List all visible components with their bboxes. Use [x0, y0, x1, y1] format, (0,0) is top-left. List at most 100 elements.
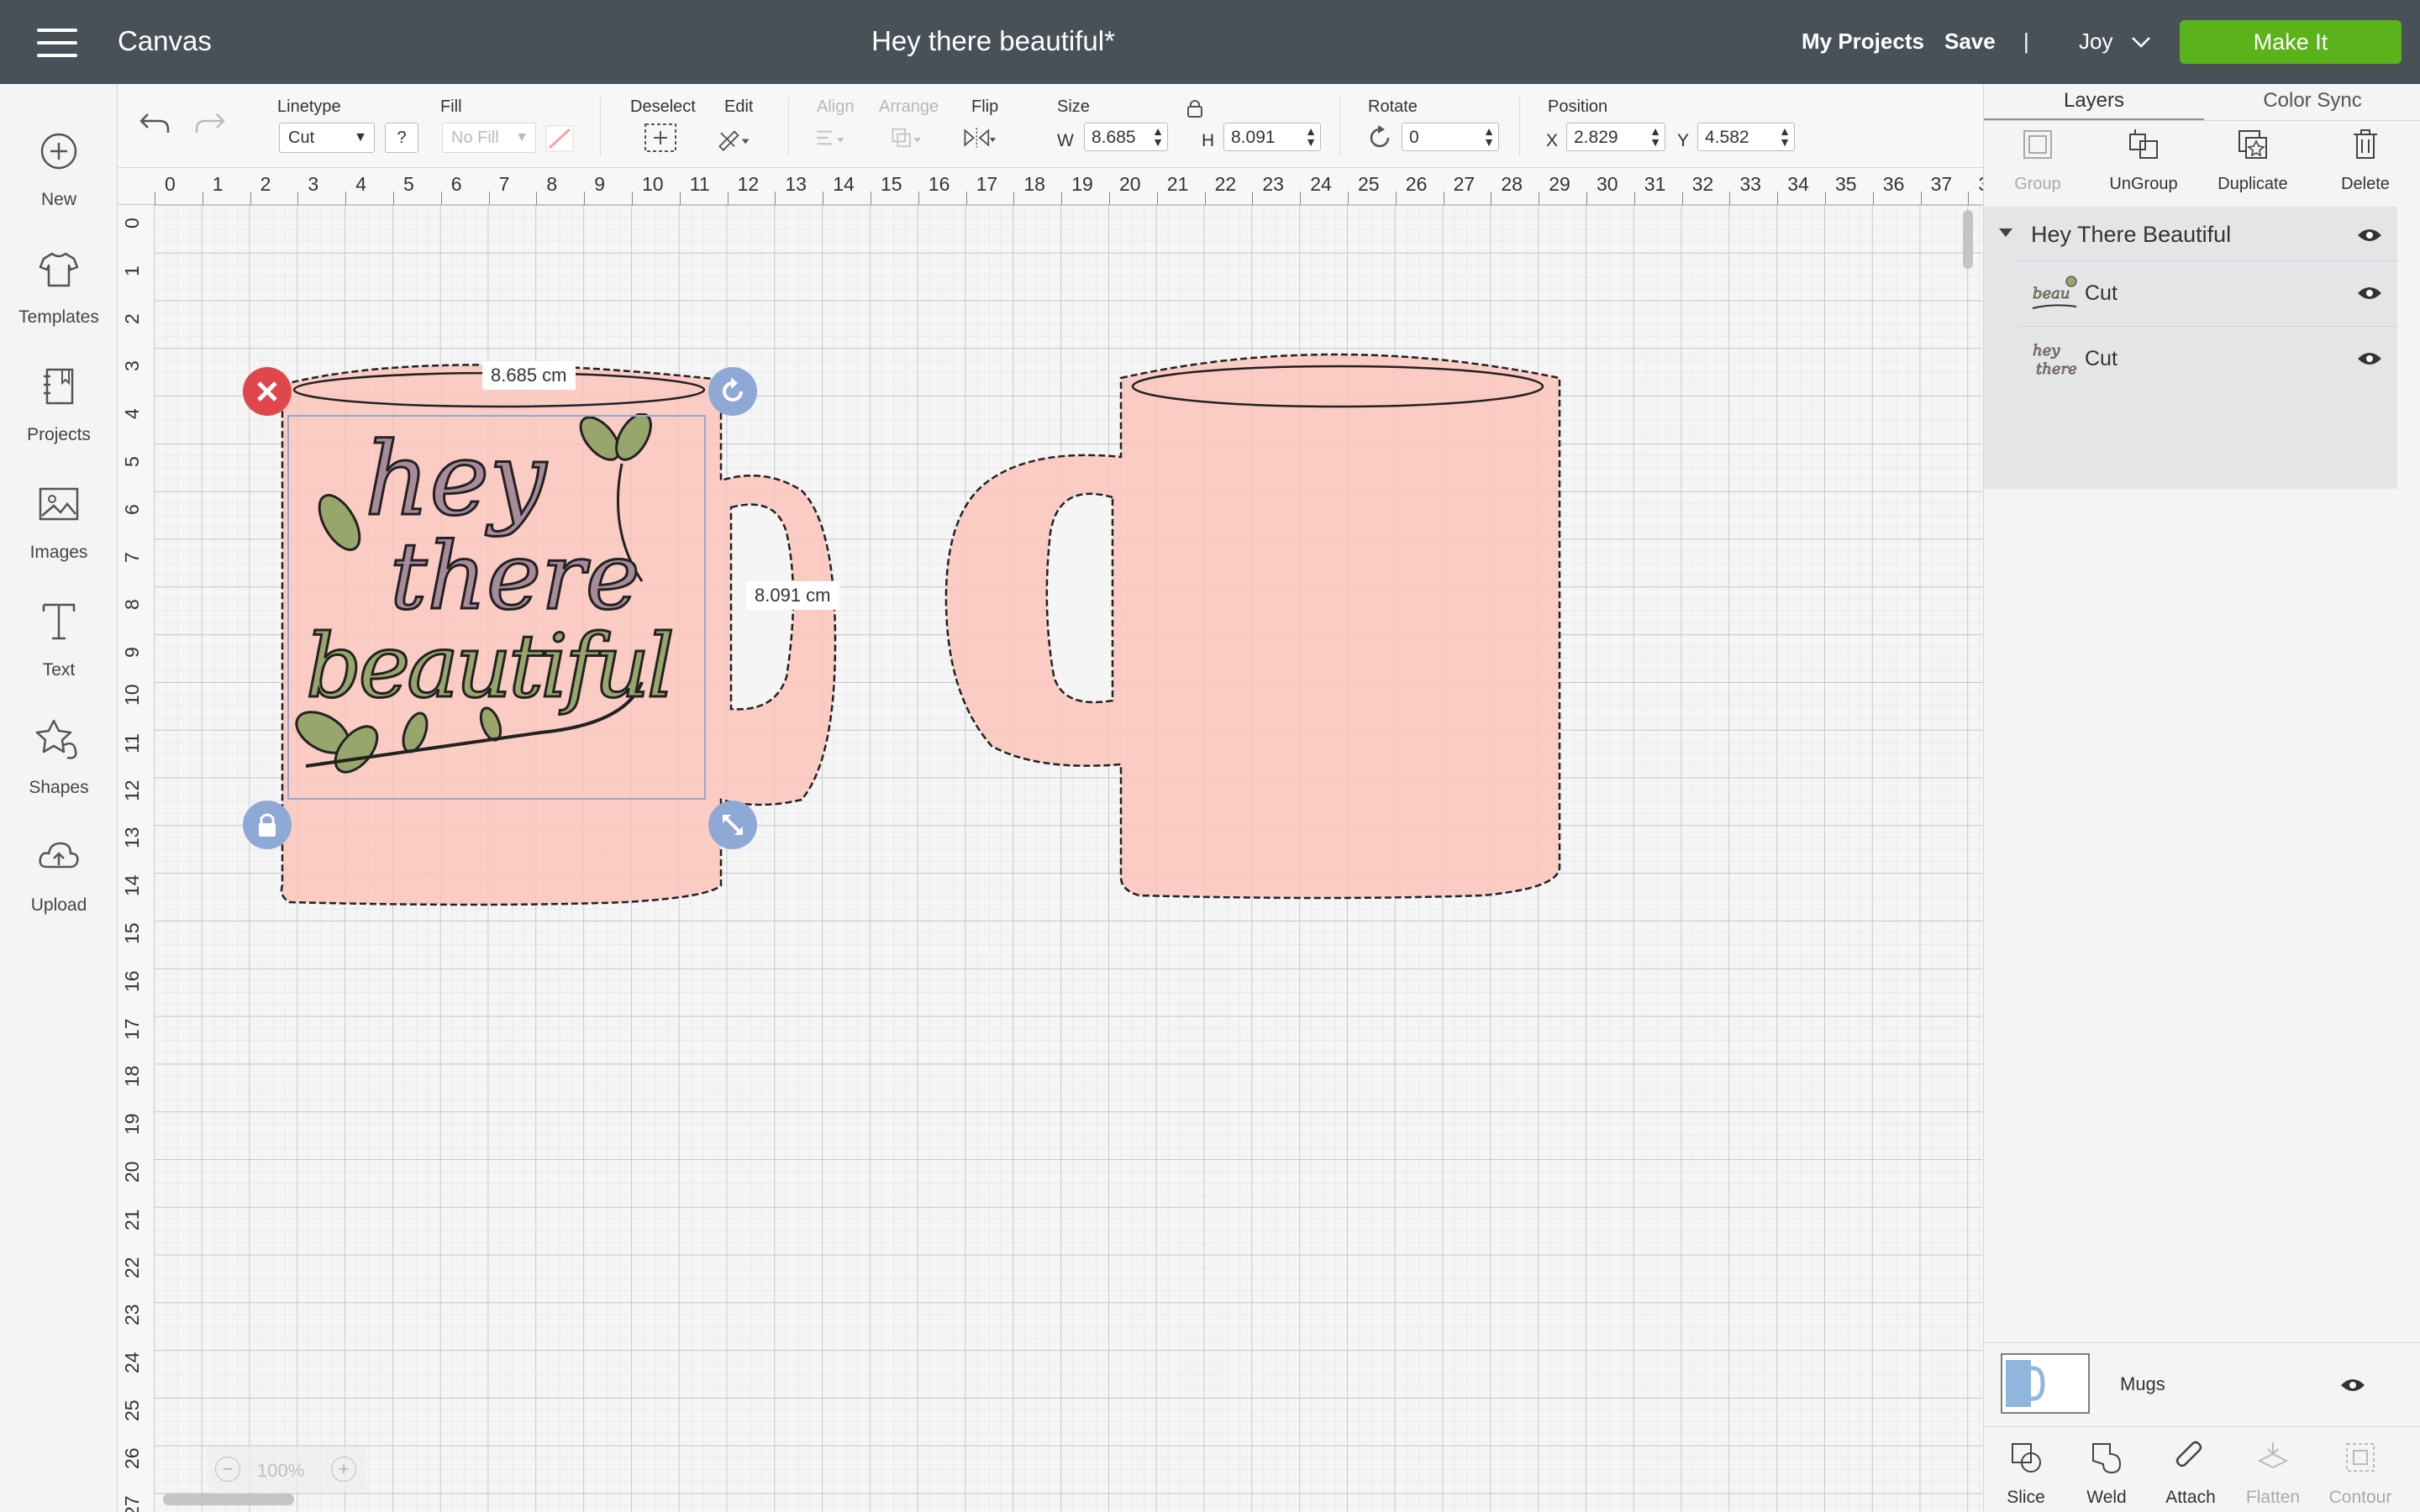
size-label: Size [1057, 97, 1090, 116]
ruler-tick [1872, 192, 1874, 205]
shapes-icon [35, 719, 77, 759]
mug-right[interactable] [155, 205, 1983, 1512]
delete-button[interactable]: Delete [2315, 128, 2416, 203]
ruler-tick-label: 21 [1166, 173, 1189, 195]
position-x-input[interactable]: 2.829 ▲ ▼ [1566, 123, 1665, 151]
slice-icon [2012, 1443, 2041, 1473]
my-projects-link[interactable]: My Projects [1802, 29, 1924, 55]
width-value: 8.685 [1092, 128, 1136, 147]
rotate-handle-icon[interactable] [708, 366, 758, 417]
delete-handle-icon[interactable] [242, 366, 292, 417]
contour-button[interactable]: Contour [2318, 1436, 2402, 1511]
save-link[interactable]: Save [1944, 29, 1996, 55]
ruler-tick [1920, 192, 1922, 205]
lock-handle-icon[interactable] [242, 800, 292, 850]
deselect-label: Deselect [630, 97, 696, 116]
eye-icon[interactable] [2357, 227, 2382, 244]
contour-label: Contour [2328, 1488, 2392, 1507]
sidebar-item-shapes[interactable]: Shapes [0, 697, 118, 806]
arrange-icon [892, 128, 922, 148]
user-menu[interactable]: Joy [2079, 29, 2112, 55]
horizontal-scrollbar[interactable] [163, 1494, 294, 1505]
ruler-tick-label: 29 [1549, 173, 1570, 195]
layers-list: Hey There Beautiful beau Cut hey there Cu… [1984, 207, 2397, 489]
selection-box[interactable] [287, 415, 706, 800]
fill-color-swatch[interactable] [544, 124, 575, 153]
linetype-help-button[interactable]: ? [385, 123, 418, 153]
slice-button[interactable]: Slice [1984, 1436, 2068, 1511]
ruler-tick [1729, 192, 1731, 205]
zoom-in-button[interactable]: + [331, 1457, 356, 1482]
ruler-tick-label: 27 [1453, 173, 1476, 195]
flip-icon[interactable] [961, 121, 998, 155]
layer-row[interactable]: beau Cut [2018, 260, 2397, 326]
collapse-caret-icon[interactable] [1999, 228, 2012, 239]
ruler-tick-label: 18 [121, 1065, 143, 1088]
ruler-tick-label: 4 [355, 173, 366, 195]
sidebar-item-new[interactable]: New [0, 109, 118, 218]
eye-icon[interactable] [2340, 1377, 2365, 1394]
deselect-icon[interactable] [642, 121, 679, 155]
height-input[interactable]: 8.091 ▲ ▼ [1223, 123, 1321, 151]
plus-circle-icon [40, 133, 77, 170]
svg-text:there: there [2036, 360, 2077, 378]
position-x-stepper[interactable]: ▲ ▼ [1649, 125, 1661, 148]
make-it-button[interactable]: Make It [2180, 20, 2402, 64]
weld-button[interactable]: Weld [2065, 1436, 2149, 1511]
zoom-out-button[interactable]: − [215, 1457, 240, 1482]
duplicate-button[interactable]: Duplicate [2202, 128, 2303, 203]
ruler-tick-label: 28 [1501, 173, 1523, 195]
mugs-layer-row[interactable]: Mugs [1984, 1342, 2420, 1426]
ruler-tick-label: 9 [121, 647, 143, 659]
trash-icon [2354, 129, 2377, 159]
undo-icon[interactable] [136, 106, 173, 139]
position-y-stepper[interactable]: ▲ ▼ [1779, 125, 1791, 148]
top-bar: Canvas Hey there beautiful* My Projects … [0, 0, 2420, 84]
design-canvas[interactable]: 0 1 2 3 4 5 6 7 8 9 10 11 12 13 14 15 16 17 18 19 20 21 22 23 24… [118, 168, 1983, 1512]
tab-layers[interactable]: Layers [1984, 84, 2204, 121]
position-y-input[interactable]: 4.582 ▲ ▼ [1697, 123, 1795, 151]
tab-divider [1984, 120, 2420, 121]
ruler-tick-label: 12 [737, 173, 760, 195]
height-stepper[interactable]: ▲ ▼ [1305, 125, 1317, 148]
sidebar-item-upload[interactable]: Upload [0, 815, 118, 924]
mugs-layer-name: Mugs [2120, 1373, 2165, 1394]
ruler-tick [727, 192, 729, 205]
size-lock-icon[interactable] [1185, 97, 1205, 119]
sidebar-item-projects[interactable]: Projects [0, 344, 118, 454]
linetype-select[interactable]: Cut ▼ [279, 123, 375, 153]
ruler-tick [1634, 192, 1635, 205]
vertical-scrollbar[interactable] [1963, 210, 1973, 269]
delete-label: Delete [2341, 175, 2390, 193]
layer-row[interactable]: hey there Cut [2018, 326, 2397, 391]
canvas-grid[interactable]: hey there beautiful 8.685 cm 8.091 cm − … [155, 205, 1983, 1512]
layer-group-row[interactable]: Hey There Beautiful [1984, 207, 2397, 260]
width-input[interactable]: 8.685 ▲ ▼ [1084, 123, 1168, 151]
ruler-tick-label: 33 [1739, 173, 1761, 195]
sidebar-item-text[interactable]: Text [0, 580, 118, 689]
group-button[interactable]: Group [1987, 128, 2088, 203]
toolbar-divider [1519, 97, 1520, 156]
edit-tools-icon[interactable] [716, 121, 753, 155]
ruler-tick-label: 36 [1882, 173, 1905, 195]
ruler-tick-label: 16 [928, 173, 950, 195]
chevron-down-icon[interactable] [2131, 35, 2151, 49]
width-stepper[interactable]: ▲ ▼ [1152, 125, 1164, 148]
rotate-stepper[interactable]: ▲ ▼ [1483, 125, 1495, 148]
fill-select[interactable]: No Fill ▼ [442, 123, 536, 153]
duplicate-label: Duplicate [2217, 175, 2288, 193]
linetype-value: Cut [288, 129, 315, 147]
ungroup-button[interactable]: UnGroup [2093, 128, 2194, 203]
eye-icon[interactable] [2357, 285, 2382, 302]
bottom-actions-bar: Slice Weld Attach Flatten Contour [1984, 1426, 2420, 1512]
sidebar-item-templates[interactable]: Templates [0, 227, 118, 336]
flatten-button[interactable]: Flatten [2231, 1436, 2315, 1511]
eye-icon[interactable] [2357, 350, 2382, 367]
ruler-tick-label: 1 [121, 265, 143, 276]
rotate-input[interactable]: 0 ▲ ▼ [1402, 123, 1499, 151]
redo-icon[interactable] [192, 106, 229, 139]
resize-handle-icon[interactable] [708, 800, 758, 850]
attach-button[interactable]: Attach [2149, 1436, 2233, 1511]
tab-color-sync[interactable]: Color Sync [2204, 84, 2420, 121]
sidebar-item-images[interactable]: Images [0, 462, 118, 571]
